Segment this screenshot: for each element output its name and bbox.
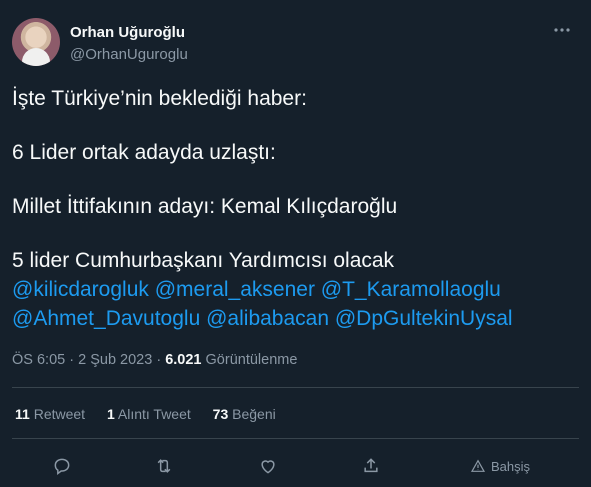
mentions-line: @kilicdarogluk @meral_aksener @T_Karamol… — [12, 275, 579, 304]
action-bar: Bahşiş — [0, 452, 591, 480]
like-stat[interactable]: 73 Beğeni — [213, 406, 276, 422]
divider — [12, 387, 579, 388]
tweet-time[interactable]: ÖS 6:05 — [12, 352, 65, 368]
share-button[interactable] — [361, 452, 381, 480]
mention-link[interactable]: @kilicdarogluk — [12, 278, 149, 301]
mention-link[interactable]: @T_Karamollaoglu — [321, 278, 501, 301]
tweet-line: Millet İttifakının adayı: Kemal Kılıçdar… — [12, 195, 398, 218]
tweet-meta: ÖS 6:05 · 2 Şub 2023 · 6.021 Görüntülenm… — [12, 352, 297, 368]
tweet-date[interactable]: 2 Şub 2023 — [78, 352, 152, 368]
tweet-stats: 11 Retweet 1 Alıntı Tweet 73 Beğeni — [15, 406, 294, 422]
tip-icon — [470, 459, 486, 472]
quote-count: 1 — [106, 406, 115, 422]
retweet-label: Retweet — [33, 406, 86, 422]
mention-link[interactable]: @DpGultekinUysal — [335, 307, 513, 330]
author-handle[interactable]: @OrhanUguroglu — [70, 46, 188, 63]
retweet-icon — [157, 459, 171, 473]
retweet-count: 11 — [15, 406, 30, 422]
quote-label: Alıntı Tweet — [117, 406, 191, 422]
tweet-line: 5 lider Cumhurbaşkanı Yardımcısı olacak — [12, 249, 395, 272]
tip-label: Bahşiş — [491, 458, 531, 474]
mention-link[interactable]: @alibabacan — [206, 307, 329, 330]
tweet-text: İşte Türkiye’nin beklediği haber: 6 Lide… — [12, 84, 579, 333]
like-button[interactable] — [258, 452, 278, 480]
like-count: 73 — [212, 406, 229, 422]
mention-link[interactable]: @Ahmet_Davutoglu — [12, 307, 200, 330]
tweet-line: İşte Türkiye’nin beklediği haber: — [12, 87, 307, 110]
author-name[interactable]: Orhan Uğuroğlu — [70, 24, 185, 41]
reply-icon — [54, 458, 70, 475]
mention-link[interactable]: @meral_aksener — [155, 278, 315, 301]
more-icon[interactable] — [549, 20, 575, 46]
views-count: 6.021 — [165, 352, 202, 368]
more-icon-glyph — [554, 28, 570, 32]
like-label: Beğeni — [232, 406, 276, 422]
quote-stat[interactable]: 1 Alıntı Tweet — [107, 406, 191, 422]
tip-button[interactable]: Bahşiş — [470, 452, 530, 480]
divider — [12, 438, 579, 439]
meta-separator: · — [156, 352, 162, 368]
retweet-stat[interactable]: 11 Retweet — [15, 406, 85, 422]
reply-button[interactable] — [52, 452, 72, 480]
avatar[interactable] — [12, 18, 60, 66]
share-icon — [364, 458, 378, 473]
tweet-header: Orhan Uğuroğlu @OrhanUguroglu — [12, 14, 579, 70]
meta-separator: · — [69, 352, 75, 368]
heart-icon — [261, 460, 275, 474]
views-label: Görüntülenme — [205, 352, 298, 368]
tweet-line: 6 Lider ortak adayda uzlaştı: — [12, 141, 276, 164]
retweet-button[interactable] — [154, 452, 174, 480]
mentions-line: @Ahmet_Davutoglu @alibabacan @DpGultekin… — [12, 304, 579, 333]
